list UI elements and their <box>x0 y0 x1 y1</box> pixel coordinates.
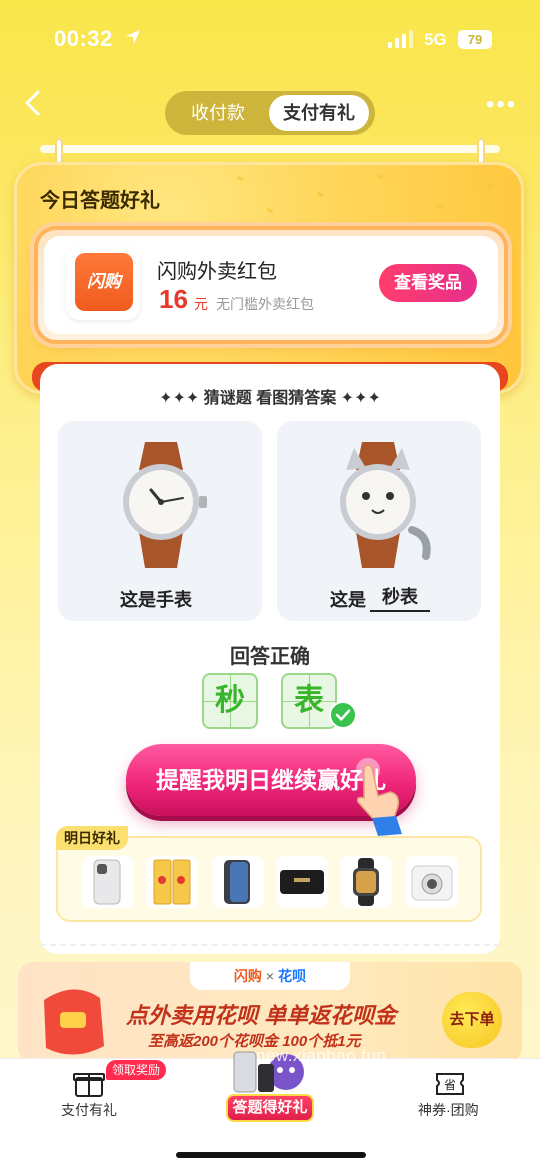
right-caption-prefix: 这是 <box>330 590 366 610</box>
prize-unit: 元 <box>194 296 208 312</box>
promo-title: 点外卖用花呗 单单返花呗金 <box>126 1003 397 1028</box>
promo-brand: 闪购 × 花呗 <box>190 962 350 990</box>
instant-camera-icon[interactable] <box>406 856 458 908</box>
white-phone-icon[interactable] <box>82 856 134 908</box>
tab-coupons-label[interactable]: 神券·团购 <box>418 1100 479 1120</box>
answer-char-2: 表 <box>294 684 324 717</box>
right-caption-answer: 秒表 <box>370 583 430 612</box>
gold-bars-icon[interactable] <box>146 856 198 908</box>
check-icon <box>329 701 357 729</box>
speaker-icon[interactable] <box>276 856 328 908</box>
promo-brand-x: × <box>265 968 275 984</box>
hanging-rail <box>40 145 500 153</box>
order-now-button[interactable]: 去下单 <box>442 992 502 1048</box>
tab-quiz-gifts[interactable]: 答题得好礼 <box>226 1094 314 1122</box>
tab-payment[interactable]: 收付款 <box>171 95 265 131</box>
red-envelope-icon <box>44 989 104 1055</box>
home-indicator <box>176 1152 366 1158</box>
more-icon[interactable]: ••• <box>486 93 517 117</box>
promo-brand-right: 花呗 <box>278 968 307 984</box>
card-divider <box>40 944 500 954</box>
battery-icon: 79 <box>458 30 492 49</box>
location-arrow-icon <box>126 30 140 44</box>
quiz-header: ✦✦✦ 猜谜题 看图猜答案 ✦✦✦ <box>159 390 381 407</box>
back-icon[interactable] <box>20 88 50 118</box>
prize-name: 闪购外卖红包 <box>157 261 277 283</box>
shangou-logo-text: 闪购 <box>75 253 133 311</box>
answer-tile-2: 表 <box>281 673 337 729</box>
view-prize-button[interactable]: 查看奖品 <box>379 264 477 302</box>
gift-box-icon[interactable] <box>72 1066 106 1100</box>
black-phone-icon[interactable] <box>212 856 264 908</box>
result-text: 回答正确 <box>230 646 310 668</box>
status-time: 00:32 <box>54 26 113 51</box>
network-type: 5G <box>424 30 447 49</box>
svg-text:省: 省 <box>444 1078 456 1092</box>
status-bar: 00:32 5G 79 <box>0 0 540 80</box>
answer-char-1: 秒 <box>215 684 245 717</box>
coupon-icon[interactable]: 省 <box>433 1066 467 1100</box>
tab-pay-rewards[interactable]: 支付有礼 <box>269 95 369 131</box>
tab-pay-rewards-label[interactable]: 支付有礼 <box>61 1100 117 1120</box>
answer-tile-1: 秒 <box>202 673 258 729</box>
segment-control: 收付款 支付有礼 <box>165 91 375 135</box>
smartwatch-icon[interactable] <box>340 856 392 908</box>
pointing-hand-icon <box>356 758 402 836</box>
watch-icon <box>123 442 207 568</box>
signal-icon <box>388 30 413 48</box>
tomorrow-tag: 明日好礼 <box>56 826 128 850</box>
promo-brand-left: 闪购 <box>233 968 262 984</box>
cat-watch-icon <box>340 442 431 568</box>
left-caption: 这是手表 <box>120 590 192 610</box>
claim-reward-badge[interactable]: 领取奖励 <box>106 1060 167 1080</box>
prize-amount: 16 <box>159 284 188 314</box>
today-title: 今日答题好礼 <box>40 190 160 212</box>
prize-desc: 无门槛外卖红包 <box>216 296 314 312</box>
watermark: new.xianbao.fun <box>256 1046 387 1065</box>
